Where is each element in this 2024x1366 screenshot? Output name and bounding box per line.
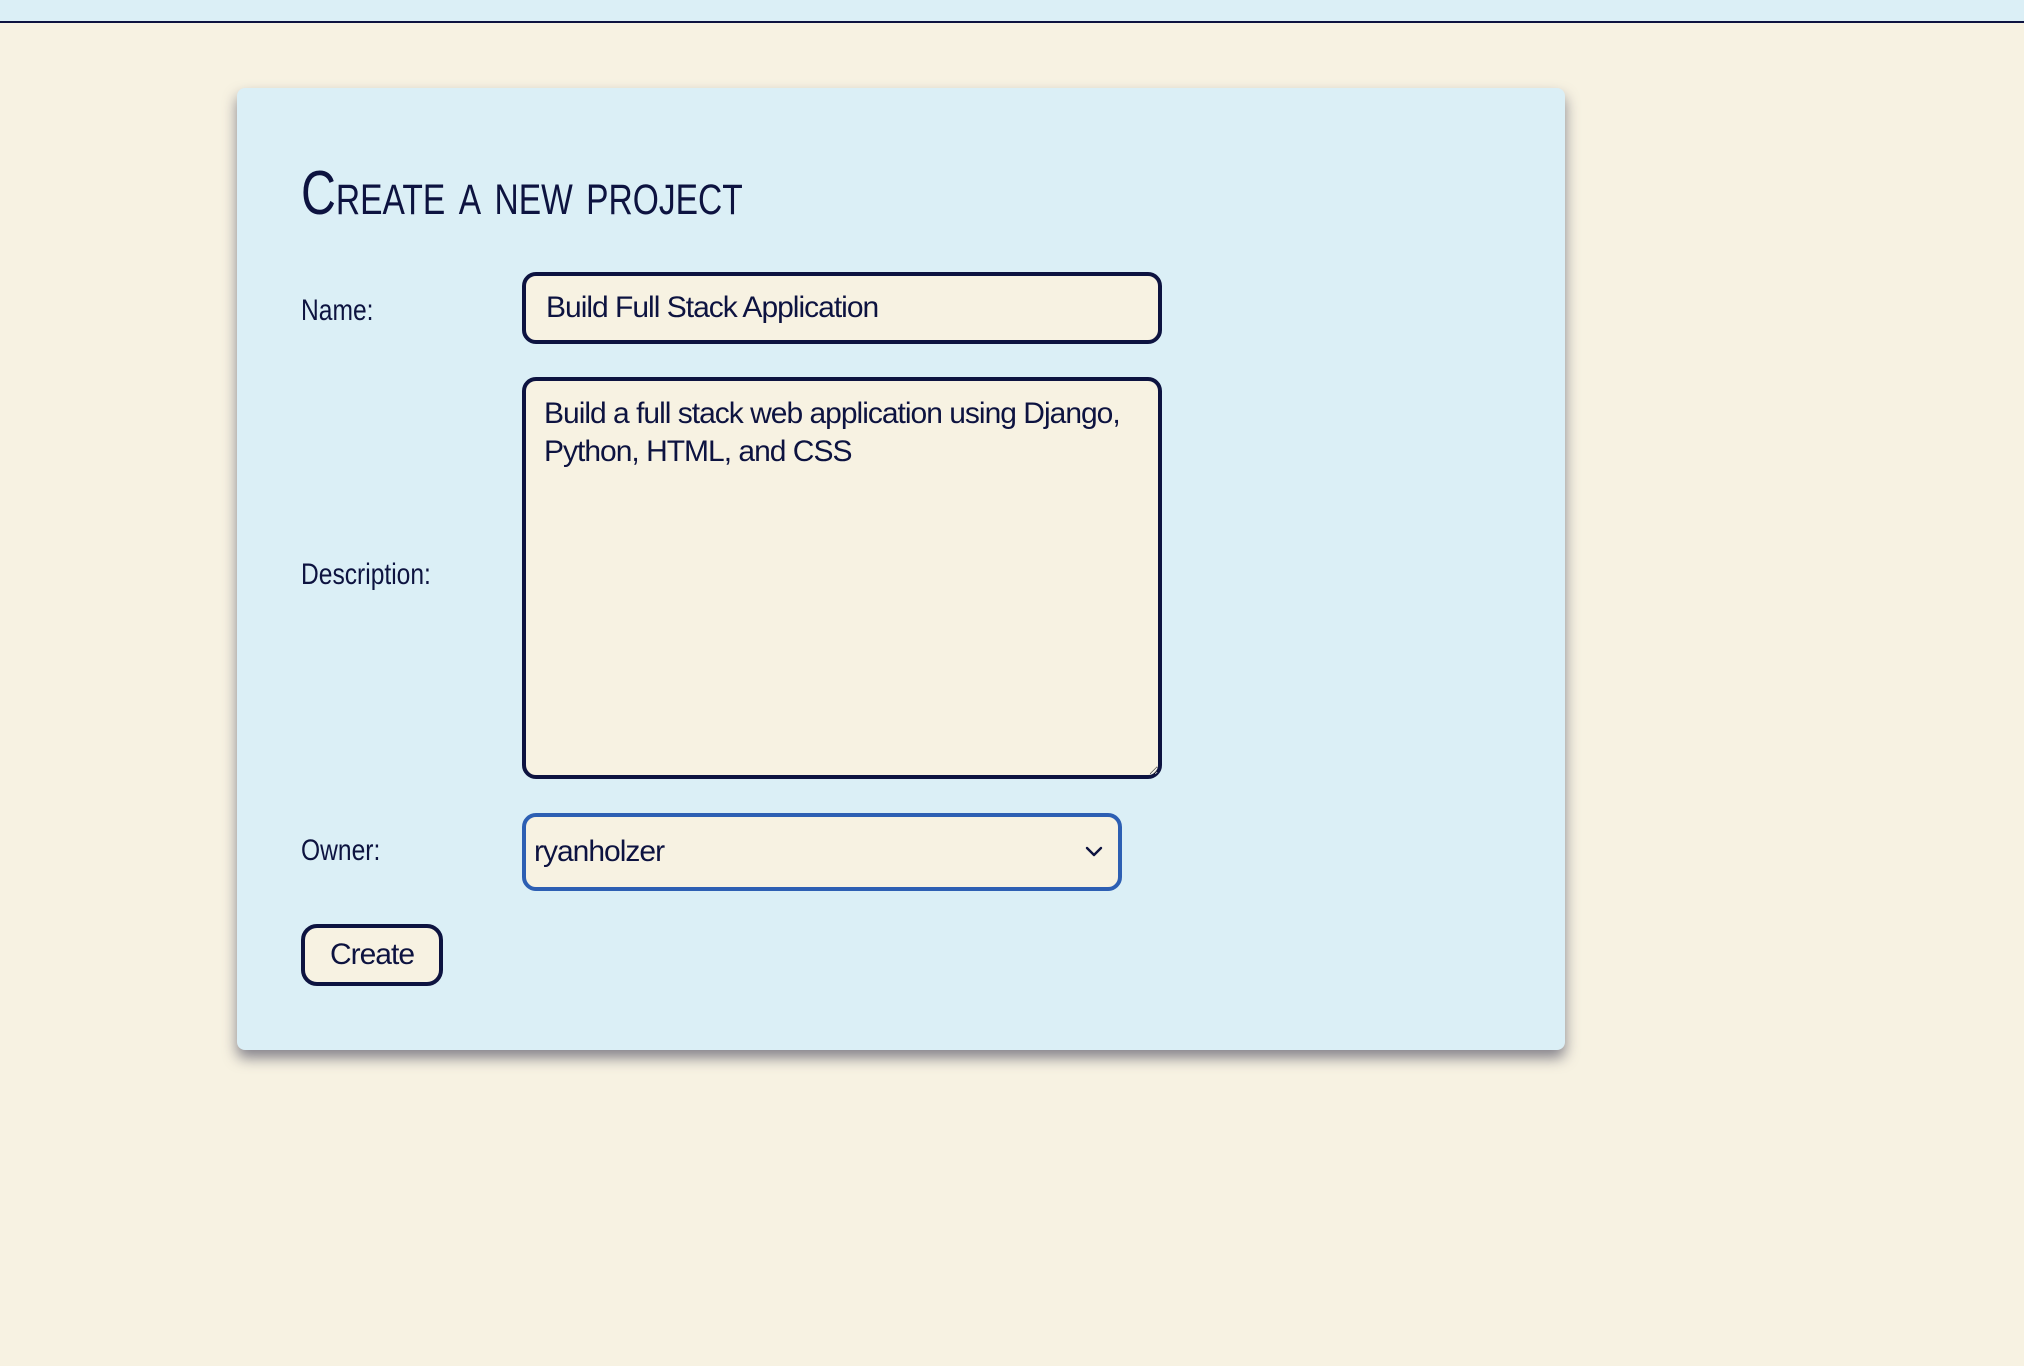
page-title: Create a new project [301,159,743,228]
create-project-card: Create a new project Name: Description: … [237,88,1565,1050]
top-nav-bar [0,0,2024,23]
owner-select[interactable]: ryanholzer [522,813,1122,891]
name-label: Name: [301,294,374,327]
chevron-down-icon [1085,846,1103,857]
name-input[interactable] [522,272,1162,344]
owner-select-value: ryanholzer [534,835,665,868]
owner-label: Owner: [301,834,381,867]
description-textarea[interactable]: Build a full stack web application using… [522,377,1162,779]
create-button[interactable]: Create [301,924,443,986]
description-label: Description: [301,558,431,591]
